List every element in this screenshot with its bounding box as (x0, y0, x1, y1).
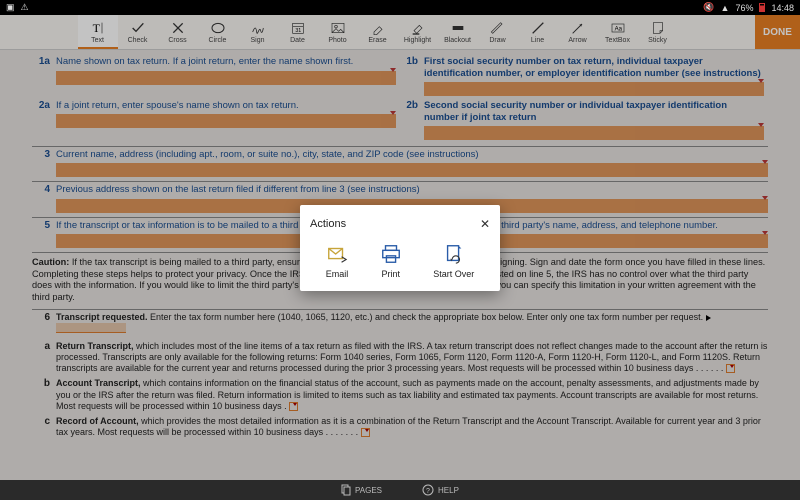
battery-percent: 76% (735, 3, 753, 13)
svg-text:?: ? (426, 488, 430, 495)
clock: 14:48 (771, 3, 794, 13)
notification-icon: ▣ (6, 2, 15, 13)
email-icon (326, 243, 348, 265)
pages-button[interactable]: PAGES (341, 484, 382, 496)
print-icon (380, 243, 402, 265)
wifi-icon: ▲ (721, 3, 730, 13)
battery-icon (759, 3, 765, 12)
bottom-bar: PAGES ? HELP (0, 480, 800, 500)
pages-icon (341, 484, 351, 496)
mute-icon: 🔇 (703, 2, 714, 13)
help-button[interactable]: ? HELP (422, 484, 459, 496)
modal-backdrop[interactable]: Actions ✕ Email Print Start Over (0, 15, 800, 480)
actions-dialog: Actions ✕ Email Print Start Over (300, 205, 500, 291)
action-email[interactable]: Email (326, 243, 349, 279)
close-icon[interactable]: ✕ (480, 217, 490, 231)
dialog-title: Actions (310, 218, 346, 230)
action-print[interactable]: Print (380, 243, 402, 279)
warning-icon: ⚠ (21, 2, 29, 13)
start-over-icon (443, 243, 465, 265)
action-start-over[interactable]: Start Over (433, 243, 474, 279)
android-status-bar: ▣ ⚠ 🔇 ▲ 76% 14:48 (0, 0, 800, 15)
help-icon: ? (422, 484, 434, 496)
